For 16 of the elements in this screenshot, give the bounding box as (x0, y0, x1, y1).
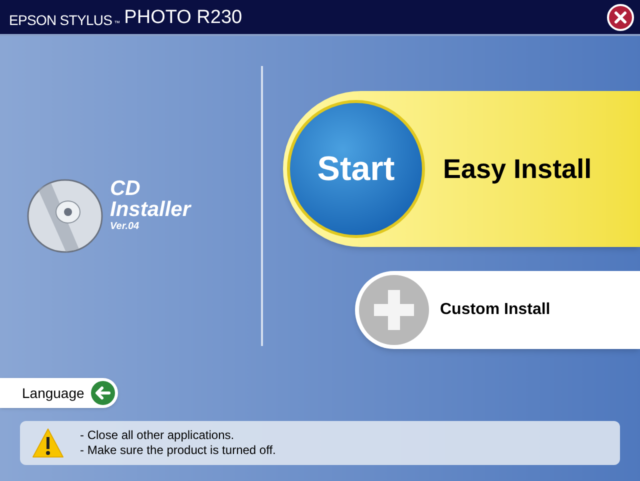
warning-icon (32, 428, 64, 458)
product-title: CD (110, 179, 142, 199)
start-badge: Start (287, 100, 425, 238)
easy-install-button[interactable]: Start Easy Install (283, 91, 640, 247)
notice-text: - Close all other applications. (80, 428, 236, 443)
product-title: Installer (110, 199, 191, 221)
notice-text: - Make sure the product is turned off. (80, 443, 276, 458)
plus-icon (358, 274, 430, 346)
cd-disc-icon (26, 177, 104, 255)
model-text: PHOTO R230 (124, 8, 242, 26)
close-icon (614, 10, 627, 24)
language-button[interactable]: Language (0, 378, 118, 408)
close-button[interactable] (607, 4, 634, 30)
custom-install-button[interactable]: Custom Install (355, 271, 640, 349)
brand-text: EPSON STYLUS (9, 12, 112, 26)
version-text: Ver.04 (110, 221, 140, 233)
